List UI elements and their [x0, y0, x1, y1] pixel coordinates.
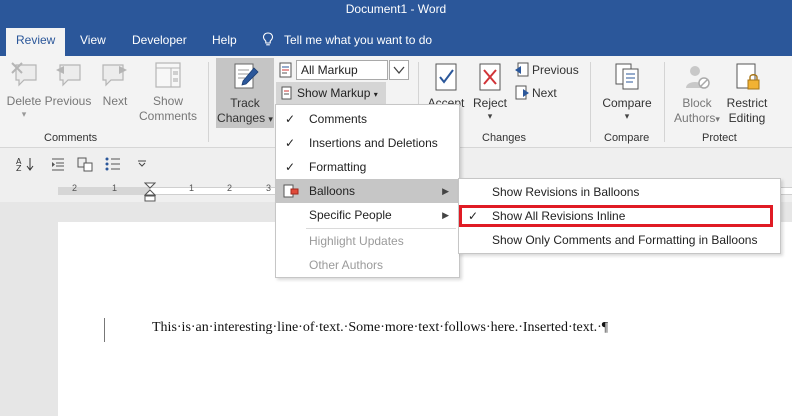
show-markup-menu: ✓ Comments ✓ Insertions and Deletions ✓ …	[275, 104, 460, 278]
compare-group-label: Compare	[604, 132, 650, 144]
compare-icon	[615, 63, 639, 90]
menu-item-comments[interactable]: ✓ Comments	[276, 107, 459, 131]
ruler-number: 1	[189, 183, 195, 193]
show-markup-label: Show Markup	[297, 86, 371, 100]
ribbon-tab-bar: Review View Developer Help Tell me what …	[0, 24, 792, 56]
menu-item-formatting[interactable]: ✓ Formatting	[276, 155, 459, 179]
next-comment-button[interactable]: Next	[96, 60, 134, 109]
ruler-number: 2	[72, 183, 78, 193]
group-separator	[590, 62, 591, 142]
highlight-annotation-box	[459, 205, 773, 227]
accept-icon	[435, 63, 457, 91]
track-changes-label-1: Track	[230, 96, 260, 110]
next-comment-icon	[102, 64, 127, 87]
window-title: Document1 - Word	[345, 2, 447, 16]
checkmark-icon: ✓	[285, 112, 296, 126]
tab-review[interactable]: Review	[6, 28, 66, 56]
chevron-down-icon	[393, 66, 405, 75]
show-comments-label-2: Comments	[138, 109, 197, 123]
ruler-number: 1	[112, 183, 118, 193]
tab-help[interactable]: Help	[202, 28, 247, 56]
balloons-icon	[283, 184, 299, 198]
reject-button[interactable]: Reject ▾	[470, 62, 510, 121]
bullet-list-icon[interactable]	[104, 156, 122, 172]
next-change-icon	[515, 85, 529, 100]
track-changes-label-2: Changes ▾	[217, 111, 273, 125]
ruler-number: 3	[266, 183, 272, 193]
submenu-arrow-icon: ▶	[442, 186, 449, 196]
previous-change-button[interactable]: Previous	[532, 63, 579, 77]
reject-label: Reject	[472, 96, 507, 110]
group-separator	[208, 62, 209, 142]
menu-item-show-revisions-in-balloons[interactable]: Show Revisions in Balloons	[459, 180, 780, 204]
restrict-editing-label-2: Editing	[728, 111, 766, 125]
indent-icon[interactable]	[50, 156, 66, 172]
ruler-number: 2	[227, 183, 233, 193]
customize-toolbar-icon[interactable]	[136, 158, 148, 168]
previous-comment-icon	[56, 64, 81, 87]
tell-me-text: Tell me what you want to do	[284, 33, 433, 47]
show-markup-icon	[281, 86, 292, 100]
markup-display-select[interactable]: All Markup	[296, 60, 388, 80]
menu-item-show-only-comments-formatting[interactable]: Show Only Comments and Formatting in Bal…	[459, 228, 780, 252]
track-changes-content[interactable]: Track Changes ▾	[216, 62, 274, 127]
checkmark-icon: ✓	[285, 160, 296, 174]
reject-icon	[479, 63, 501, 91]
comments-group-label: Comments	[44, 132, 98, 144]
restrict-editing-icon	[736, 63, 760, 90]
document-text[interactable]: This·is·an·interesting·line·of·text.·Som…	[152, 320, 608, 336]
tell-me-box[interactable]: Tell me what you want to do	[262, 28, 432, 56]
next-comment-label: Next	[102, 94, 128, 108]
menu-item-insertions-deletions[interactable]: ✓ Insertions and Deletions	[276, 131, 459, 155]
revision-bar	[104, 318, 105, 342]
indent-marker-icon[interactable]	[144, 182, 156, 202]
block-authors-label-1: Block	[682, 96, 712, 110]
menu-item-highlight-updates: Highlight Updates	[309, 234, 404, 248]
protect-group-label: Protect	[702, 132, 737, 144]
previous-comment-label: Previous	[44, 94, 92, 108]
show-comments-button[interactable]: Show Comments	[136, 60, 200, 124]
show-markup-button[interactable]: Show Markup ▾	[276, 82, 386, 104]
markup-display-icon	[279, 62, 292, 78]
track-changes-icon	[234, 63, 259, 89]
block-authors-label-2: Authors▾	[674, 111, 720, 125]
tab-developer[interactable]: Developer	[122, 28, 197, 56]
changes-group-label: Changes	[482, 132, 527, 144]
compare-button[interactable]: Compare ▾	[598, 62, 656, 121]
delete-comment-label: Delete	[6, 94, 42, 108]
show-comments-icon	[155, 62, 181, 88]
restrict-editing-label-1: Restrict	[726, 96, 768, 110]
paragraph-settings-icon[interactable]	[76, 156, 94, 172]
previous-change-icon	[515, 62, 529, 77]
block-authors-button[interactable]: Block Authors▾	[668, 62, 726, 127]
previous-comment-button[interactable]: Previous	[44, 60, 92, 109]
block-authors-icon	[686, 66, 710, 89]
checkmark-icon: ✓	[285, 136, 296, 150]
show-comments-label-1: Show	[152, 94, 184, 108]
delete-comment-button[interactable]: Delete ▾	[4, 60, 44, 119]
restrict-editing-button[interactable]: Restrict Editing	[724, 62, 770, 126]
group-separator	[664, 62, 665, 142]
compare-label: Compare	[602, 96, 652, 110]
markup-select-dropdown[interactable]	[389, 60, 409, 80]
menu-item-other-authors: Other Authors	[309, 258, 384, 272]
menu-item-specific-people[interactable]: Specific People ▶	[276, 203, 459, 227]
menu-item-balloons[interactable]: Balloons ▶	[276, 179, 459, 203]
sort-icon[interactable]: A Z	[16, 156, 36, 172]
delete-comment-icon	[11, 62, 37, 87]
title-bar: Document1 - Word	[0, 0, 792, 24]
tab-view[interactable]: View	[70, 28, 116, 56]
lightbulb-icon	[262, 32, 274, 46]
submenu-arrow-icon: ▶	[442, 210, 449, 220]
svg-text:Z: Z	[16, 164, 22, 172]
next-change-button[interactable]: Next	[532, 86, 557, 100]
